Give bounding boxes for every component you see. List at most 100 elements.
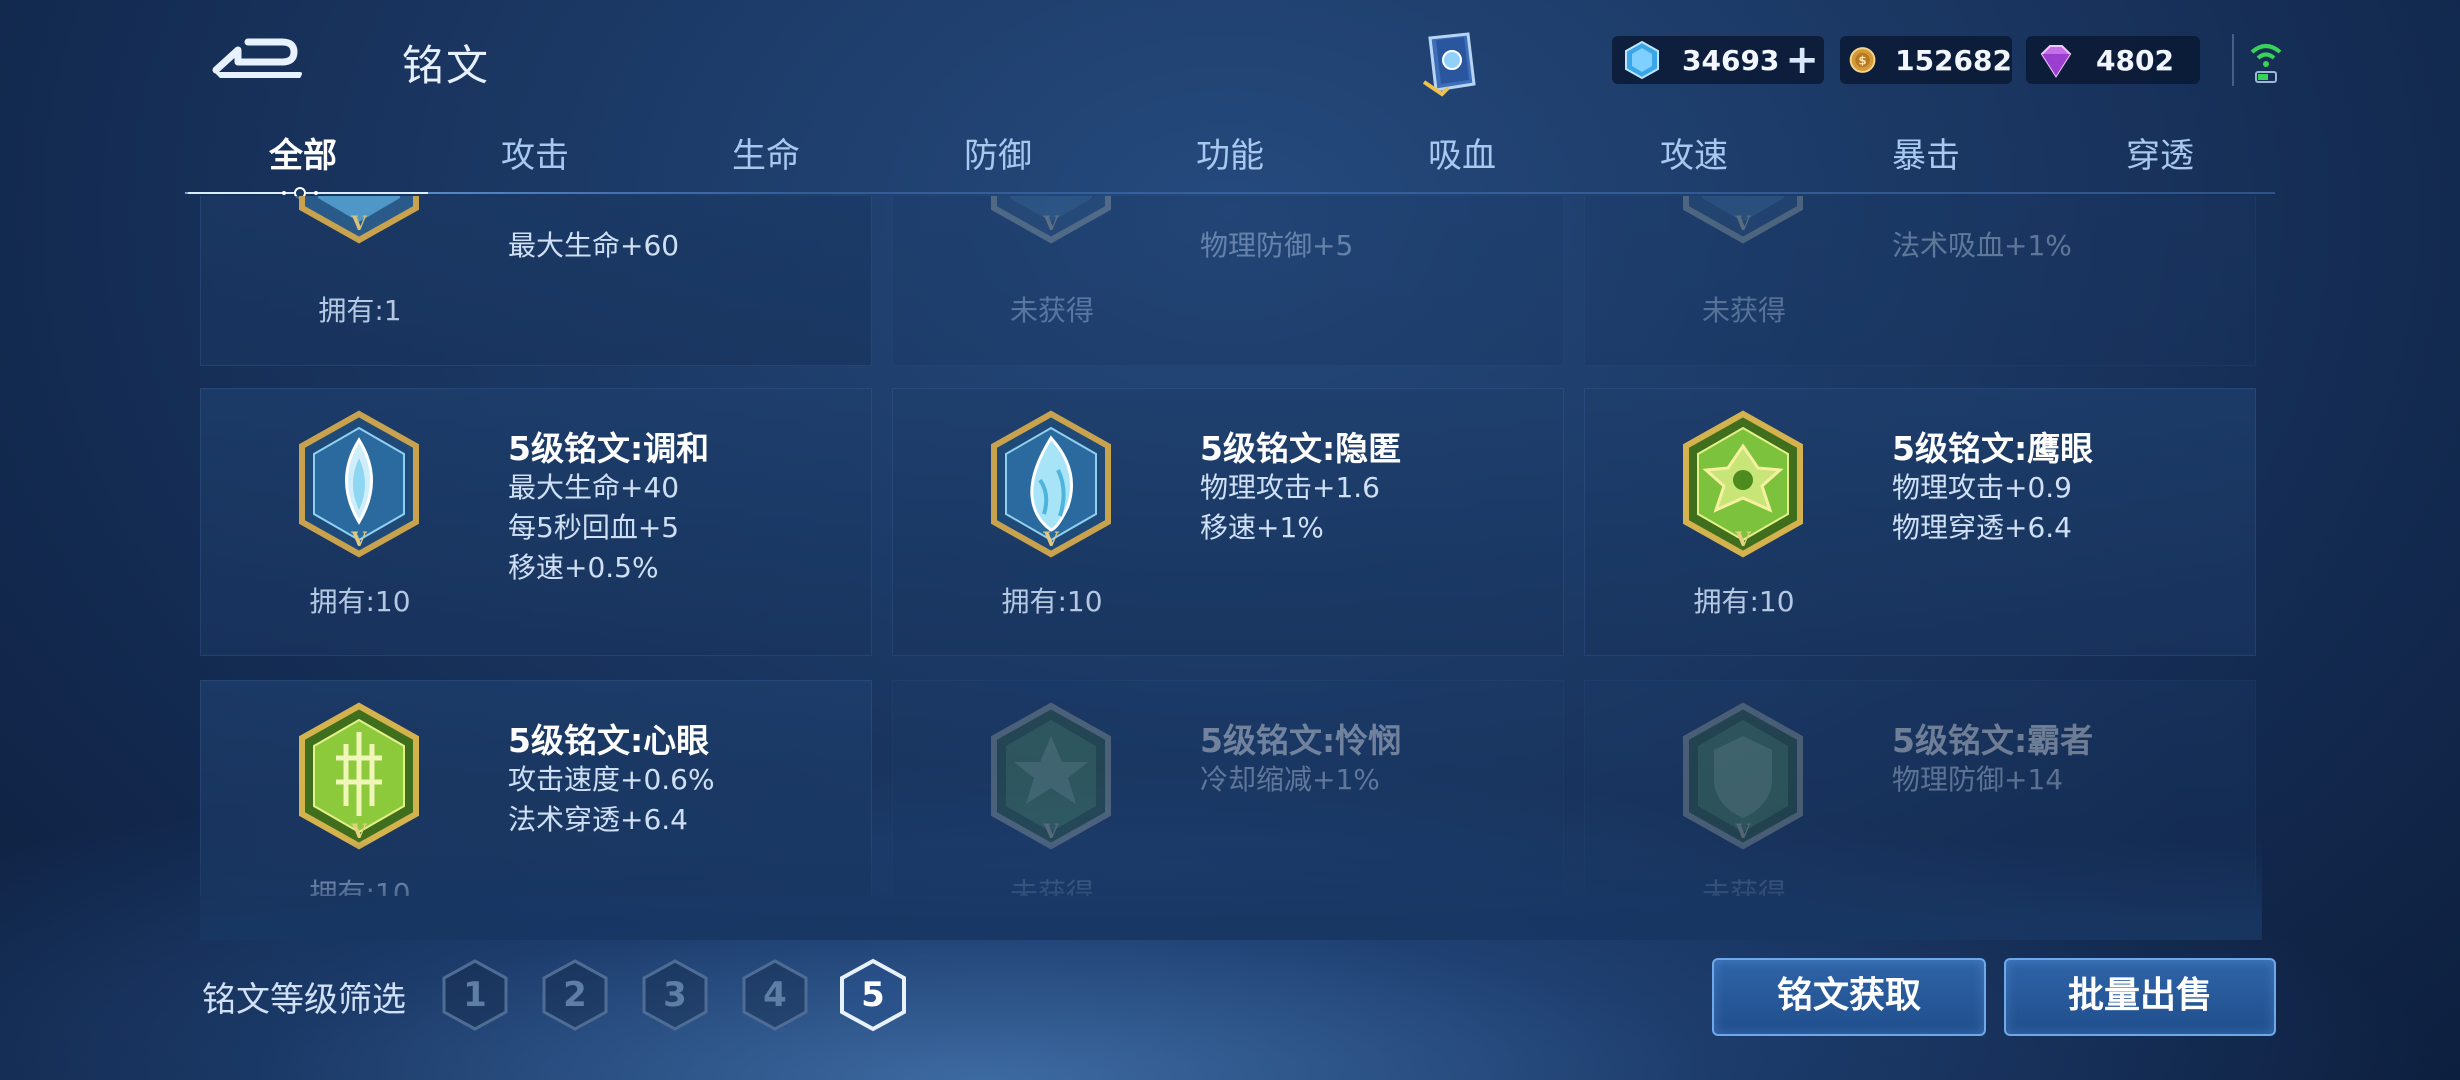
inscription-name: 5级铭文:鹰眼 [1892, 429, 2094, 468]
stat-line: 移速+1% [1200, 511, 1324, 544]
coin-currency: $ 152682 [1840, 36, 2012, 84]
back-arrow-icon [212, 38, 302, 78]
coin-amount: 152682 [1895, 43, 2012, 77]
svg-text:V: V [1734, 819, 1751, 843]
stat-line: 冷却缩减+1% [1200, 763, 1380, 796]
inscription-stats: 冷却缩减+1% [1200, 760, 1380, 800]
inscription-name: 5级铭文:怜悯 [1200, 721, 1402, 760]
inscription-emblem-icon: V [991, 410, 1111, 558]
inscription-stats: 最大生命+40 每5秒回血+5 移速+0.5% [508, 468, 679, 588]
svg-text:V: V [350, 527, 367, 551]
level-number: 1 [463, 975, 487, 1015]
stat-line: 物理攻击+1.6 [1200, 471, 1380, 504]
owned-count: 拥有:1 [318, 294, 402, 327]
tab-function[interactable]: 功能 [1150, 130, 1310, 182]
coin-icon: $ [1849, 47, 1876, 73]
inscription-card[interactable]: V 5级铭文:鹰眼 物理攻击+0.9 物理穿透+6.4 拥有:10 [1584, 388, 2256, 656]
gem-amount: 34693 [1682, 43, 1780, 77]
svg-text:V: V [1734, 211, 1751, 235]
inscription-name: 5级铭文:隐匿 [1200, 429, 1402, 468]
svg-text:$: $ [1858, 54, 1866, 68]
inscription-card[interactable]: V 物理防御+5 未获得 [892, 196, 1564, 366]
diamond-currency: 4802 [2026, 36, 2200, 84]
page-title: 铭文 [402, 41, 491, 90]
status-divider [2232, 34, 2234, 86]
svg-text:V: V [350, 211, 367, 235]
owned-count: 未获得 [1701, 877, 1786, 896]
gem-icon [1625, 40, 1659, 80]
inscription-stats: 攻击速度+0.6% 法术穿透+6.4 [508, 760, 715, 840]
stat-line: 物理穿透+6.4 [1892, 511, 2072, 544]
svg-text:V: V [1042, 527, 1059, 551]
owned-count: 未获得 [1701, 294, 1786, 327]
stat-line: 法术吸血+1% [1892, 229, 2072, 262]
inscription-name: 5级铭文:调和 [508, 429, 710, 468]
svg-text:V: V [1042, 211, 1059, 235]
inscription-card[interactable]: V 5级铭文:怜悯 冷却缩减+1% 未获得 [892, 680, 1564, 896]
inscription-emblem-icon: V [299, 702, 419, 850]
stat-line: 物理防御+14 [1892, 763, 2064, 796]
gem-currency: 34693 + [1612, 36, 1824, 84]
inscription-card[interactable]: V 法术吸血+1% 未获得 [1584, 196, 2256, 366]
tab-health[interactable]: 生命 [686, 130, 846, 182]
inscription-emblem-icon: V [1683, 196, 1803, 244]
inscription-card[interactable]: V 5级铭文:调和 最大生命+40 每5秒回血+5 移速+0.5% 拥有:10 [200, 388, 872, 656]
owned-count: 拥有:10 [1693, 585, 1795, 618]
level-number: 3 [663, 975, 687, 1015]
inscription-card[interactable]: V 5级铭文:隐匿 物理攻击+1.6 移速+1% 拥有:10 [892, 388, 1564, 656]
diamond-icon [2040, 45, 2072, 78]
inscription-card[interactable]: V 最大生命+60 拥有:1 [200, 196, 872, 366]
inscription-stats: 物理攻击+1.6 移速+1% [1200, 468, 1380, 548]
owned-count: 未获得 [1009, 877, 1094, 896]
wifi-icon [2250, 44, 2282, 83]
inscription-emblem-icon: V [991, 196, 1111, 244]
owned-count: 拥有:10 [309, 877, 411, 896]
tab-attack-speed[interactable]: 攻速 [1614, 130, 1774, 182]
svg-text:V: V [1734, 527, 1751, 551]
inscription-card[interactable]: V 5级铭文:心眼 攻击速度+0.6% 法术穿透+6.4 拥有:10 [200, 680, 872, 896]
level-filter-1[interactable]: 1 [440, 958, 510, 1032]
stat-line: 移速+0.5% [508, 551, 659, 584]
level-filter-2[interactable]: 2 [540, 958, 610, 1032]
back-button[interactable] [208, 30, 308, 86]
level-filter-5[interactable]: 5 [838, 958, 908, 1032]
inscription-stats: 物理防御+5 [1200, 226, 1353, 266]
svg-text:V: V [1042, 819, 1059, 843]
stat-line: 物理攻击+0.9 [1892, 471, 2072, 504]
category-tabs: 全部 攻击 生命 防御 功能 吸血 攻速 暴击 穿透 [200, 130, 2260, 190]
level-filter-3[interactable]: 3 [640, 958, 710, 1032]
stat-line: 物理防御+5 [1200, 229, 1354, 262]
tab-attack[interactable]: 攻击 [455, 130, 615, 182]
level-filter-4[interactable]: 4 [740, 958, 810, 1032]
inscription-grid: V 最大生命+60 拥有:1 V 物理防御+5 未获得 V 法术吸血+1% 未获… [200, 196, 2262, 896]
get-inscription-button[interactable]: 铭文获取 [1712, 958, 1986, 1036]
inscription-stats: 物理防御+14 [1892, 760, 2063, 800]
tab-lifesteal[interactable]: 吸血 [1382, 130, 1542, 182]
stat-line: 最大生命+40 [508, 471, 680, 504]
svg-text:V: V [350, 819, 367, 843]
tab-penetration[interactable]: 穿透 [2080, 130, 2240, 182]
inscription-stats: 物理攻击+0.9 物理穿透+6.4 [1892, 468, 2072, 548]
bulk-sell-button[interactable]: 批量出售 [2004, 958, 2276, 1036]
inscription-card[interactable]: V 5级铭文:霸者 物理防御+14 未获得 [1584, 680, 2256, 896]
level-filter-label: 铭文等级筛选 [202, 980, 406, 1020]
level-number: 5 [861, 975, 885, 1015]
add-gem-button[interactable]: + [1785, 40, 1819, 80]
owned-count: 拥有:10 [1001, 585, 1103, 618]
inscription-name: 5级铭文:霸者 [1892, 721, 2094, 760]
stat-line: 最大生命+60 [508, 229, 680, 262]
inscription-emblem-icon: V [1683, 702, 1803, 850]
owned-count: 未获得 [1009, 294, 1094, 327]
inscription-emblem-icon: V [991, 702, 1111, 850]
inscription-stats: 最大生命+60 [508, 226, 679, 266]
inscription-emblem-icon: V [299, 196, 419, 244]
inscription-emblem-icon: V [1683, 410, 1803, 558]
tab-all[interactable]: 全部 [223, 130, 383, 182]
inscription-stats: 法术吸血+1% [1892, 226, 2072, 266]
inscription-emblem-icon: V [299, 410, 419, 558]
diamond-amount: 4802 [2096, 43, 2174, 77]
inscription-book-icon[interactable] [1414, 28, 1486, 100]
tab-critical[interactable]: 暴击 [1846, 130, 2006, 182]
level-number: 2 [563, 975, 587, 1015]
tab-defense[interactable]: 防御 [918, 130, 1078, 182]
